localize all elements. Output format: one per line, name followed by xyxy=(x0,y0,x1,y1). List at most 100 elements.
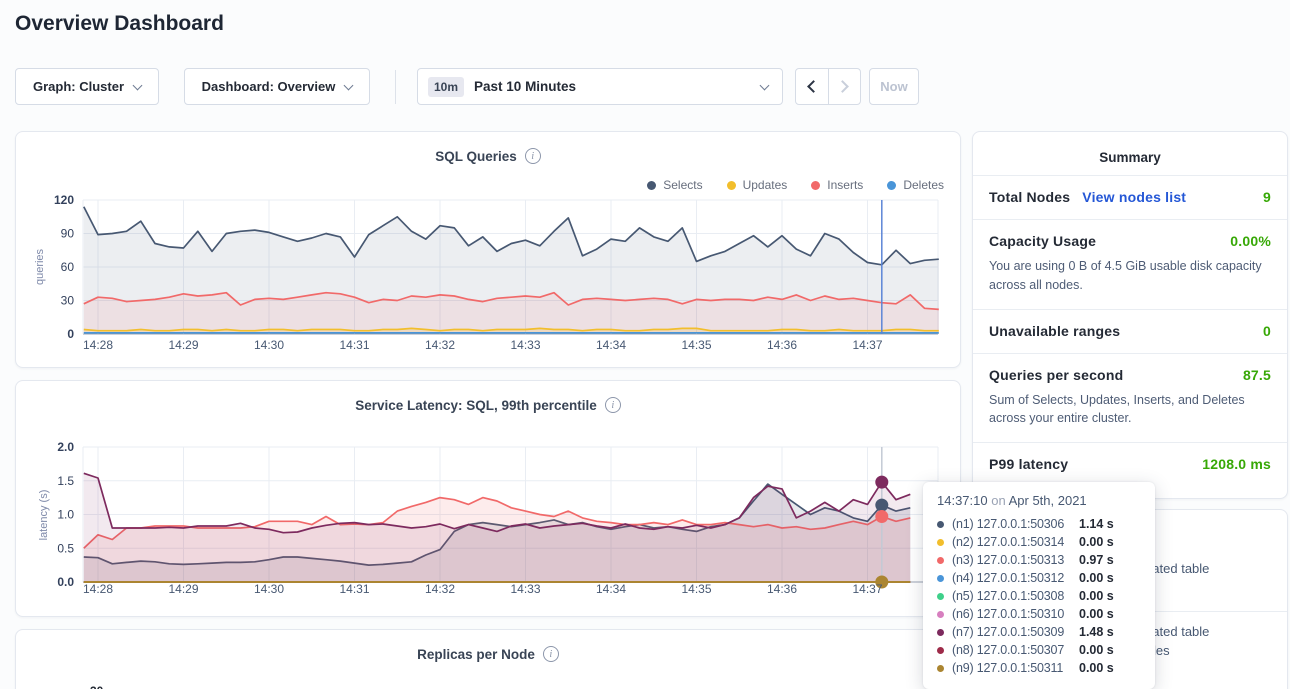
time-prev-button[interactable] xyxy=(796,69,828,104)
node-dot-icon xyxy=(937,557,944,564)
capacity-value: 0.00% xyxy=(1230,233,1271,249)
svg-text:14:37: 14:37 xyxy=(852,582,882,596)
tooltip-node-address: (n5) 127.0.0.1:50308 xyxy=(952,589,1079,603)
svg-text:14:33: 14:33 xyxy=(510,338,540,352)
time-range-dropdown[interactable]: 10m Past 10 Minutes xyxy=(417,68,783,105)
svg-text:1.0: 1.0 xyxy=(57,508,74,522)
svg-text:14:29: 14:29 xyxy=(168,338,198,352)
now-button[interactable]: Now xyxy=(869,68,919,105)
tooltip-row: (n1) 127.0.0.1:503061.14 s xyxy=(937,515,1141,533)
svg-text:14:33: 14:33 xyxy=(510,582,540,596)
tooltip-node-value: 0.00 s xyxy=(1079,661,1114,675)
node-dot-icon xyxy=(937,539,944,546)
capacity-label: Capacity Usage xyxy=(989,233,1096,249)
capacity-subtext: You are using 0 B of 4.5 GiB usable disk… xyxy=(989,257,1271,295)
node-dot-icon xyxy=(937,665,944,672)
svg-text:14:32: 14:32 xyxy=(425,338,455,352)
tooltip-timestamp: 14:37:10 on Apr 5th, 2021 xyxy=(937,493,1141,508)
summary-row-total-nodes: Total Nodes View nodes list 9 xyxy=(973,175,1287,219)
tooltip-node-address: (n7) 127.0.0.1:50309 xyxy=(952,625,1079,639)
unavailable-value: 0 xyxy=(1263,323,1271,339)
svg-text:14:32: 14:32 xyxy=(425,582,455,596)
time-range-label: Past 10 Minutes xyxy=(474,79,576,94)
overview-dashboard-page: Overview Dashboard Graph: Cluster Dashbo… xyxy=(0,0,1290,689)
tooltip-node-address: (n8) 127.0.0.1:50307 xyxy=(952,643,1079,657)
time-range-badge: 10m xyxy=(428,77,464,97)
time-nav-group xyxy=(795,68,861,105)
svg-text:14:37: 14:37 xyxy=(852,338,882,352)
chevron-down-icon xyxy=(133,80,143,90)
svg-text:14:36: 14:36 xyxy=(767,338,797,352)
latency-chart[interactable]: 0.00.51.01.52.014:2814:2914:3014:3114:32… xyxy=(16,435,960,607)
tooltip-node-address: (n1) 127.0.0.1:50306 xyxy=(952,517,1079,531)
chevron-right-icon xyxy=(836,80,849,93)
p99-value: 1208.0 ms xyxy=(1202,456,1271,472)
svg-text:14:35: 14:35 xyxy=(681,582,711,596)
tooltip-node-address: (n4) 127.0.0.1:50312 xyxy=(952,571,1079,585)
svg-text:0: 0 xyxy=(67,327,74,341)
sql-queries-panel: SQL Queries i Selects Updates Inserts De… xyxy=(15,131,961,368)
info-icon[interactable]: i xyxy=(543,646,559,662)
svg-text:14:30: 14:30 xyxy=(254,582,284,596)
tooltip-row: (n3) 127.0.0.1:503130.97 s xyxy=(937,551,1141,569)
tooltip-row: (n9) 127.0.0.1:503110.00 s xyxy=(937,659,1141,677)
total-nodes-value: 9 xyxy=(1263,189,1271,205)
svg-text:14:34: 14:34 xyxy=(596,582,626,596)
page-title: Overview Dashboard xyxy=(15,12,224,36)
sql-queries-chart[interactable]: 030609012014:2814:2914:3014:3114:3214:33… xyxy=(16,186,960,358)
toolbar-divider xyxy=(395,70,396,104)
latency-panel: Service Latency: SQL, 99th percentile i … xyxy=(15,380,961,617)
replicas-title: Replicas per Node xyxy=(417,647,535,662)
tooltip-node-value: 0.97 s xyxy=(1079,553,1114,567)
summary-row-qps: Queries per second 87.5 Sum of Selects, … xyxy=(973,353,1287,443)
node-dot-icon xyxy=(937,575,944,582)
dashboard-dropdown[interactable]: Dashboard: Overview xyxy=(184,68,370,105)
svg-text:0.0: 0.0 xyxy=(57,575,74,589)
tooltip-node-value: 1.48 s xyxy=(1079,625,1114,639)
svg-text:2.0: 2.0 xyxy=(57,440,74,454)
svg-text:14:34: 14:34 xyxy=(596,338,626,352)
svg-text:14:29: 14:29 xyxy=(168,582,198,596)
unavailable-label: Unavailable ranges xyxy=(989,323,1120,339)
svg-text:14:28: 14:28 xyxy=(83,338,113,352)
qps-label: Queries per second xyxy=(989,367,1123,383)
tooltip-row: (n4) 127.0.0.1:503120.00 s xyxy=(937,569,1141,587)
tooltip-row: (n2) 127.0.0.1:503140.00 s xyxy=(937,533,1141,551)
svg-text:1.5: 1.5 xyxy=(57,474,74,488)
info-icon[interactable]: i xyxy=(605,397,621,413)
node-dot-icon xyxy=(937,629,944,636)
chart-hover-tooltip: 14:37:10 on Apr 5th, 2021 (n1) 127.0.0.1… xyxy=(923,482,1155,689)
node-dot-icon xyxy=(937,593,944,600)
chevron-down-icon xyxy=(760,81,770,91)
tooltip-node-address: (n9) 127.0.0.1:50311 xyxy=(952,661,1079,675)
svg-text:90: 90 xyxy=(61,227,75,241)
svg-text:14:36: 14:36 xyxy=(767,582,797,596)
summary-row-p99: P99 latency 1208.0 ms xyxy=(973,442,1287,486)
svg-text:14:30: 14:30 xyxy=(254,338,284,352)
tooltip-node-value: 0.00 s xyxy=(1079,607,1114,621)
tooltip-node-address: (n3) 127.0.0.1:50313 xyxy=(952,553,1079,567)
view-nodes-list-link[interactable]: View nodes list xyxy=(1082,189,1186,205)
svg-text:0.5: 0.5 xyxy=(57,541,74,555)
qps-subtext: Sum of Selects, Updates, Inserts, and De… xyxy=(989,391,1271,429)
tooltip-row: (n7) 127.0.0.1:503091.48 s xyxy=(937,623,1141,641)
svg-text:14:35: 14:35 xyxy=(681,338,711,352)
replicas-ytick: 30 xyxy=(90,684,103,689)
tooltip-node-value: 0.00 s xyxy=(1079,535,1114,549)
svg-text:30: 30 xyxy=(61,294,75,308)
graph-dropdown-label: Graph: Cluster xyxy=(33,79,124,94)
time-next-button[interactable] xyxy=(828,69,861,104)
replicas-panel: Replicas per Node i 30 xyxy=(15,629,961,689)
svg-text:14:31: 14:31 xyxy=(339,338,369,352)
node-dot-icon xyxy=(937,521,944,528)
tooltip-row: (n6) 127.0.0.1:503100.00 s xyxy=(937,605,1141,623)
info-icon[interactable]: i xyxy=(525,148,541,164)
tooltip-node-address: (n2) 127.0.0.1:50314 xyxy=(952,535,1079,549)
tooltip-node-value: 1.14 s xyxy=(1079,517,1114,531)
graph-dropdown[interactable]: Graph: Cluster xyxy=(15,68,159,105)
tooltip-row: (n8) 127.0.0.1:503070.00 s xyxy=(937,641,1141,659)
tooltip-node-address: (n6) 127.0.0.1:50310 xyxy=(952,607,1079,621)
dashboard-dropdown-label: Dashboard: Overview xyxy=(202,79,336,94)
sql-queries-title: SQL Queries xyxy=(435,149,517,164)
qps-value: 87.5 xyxy=(1243,367,1271,383)
